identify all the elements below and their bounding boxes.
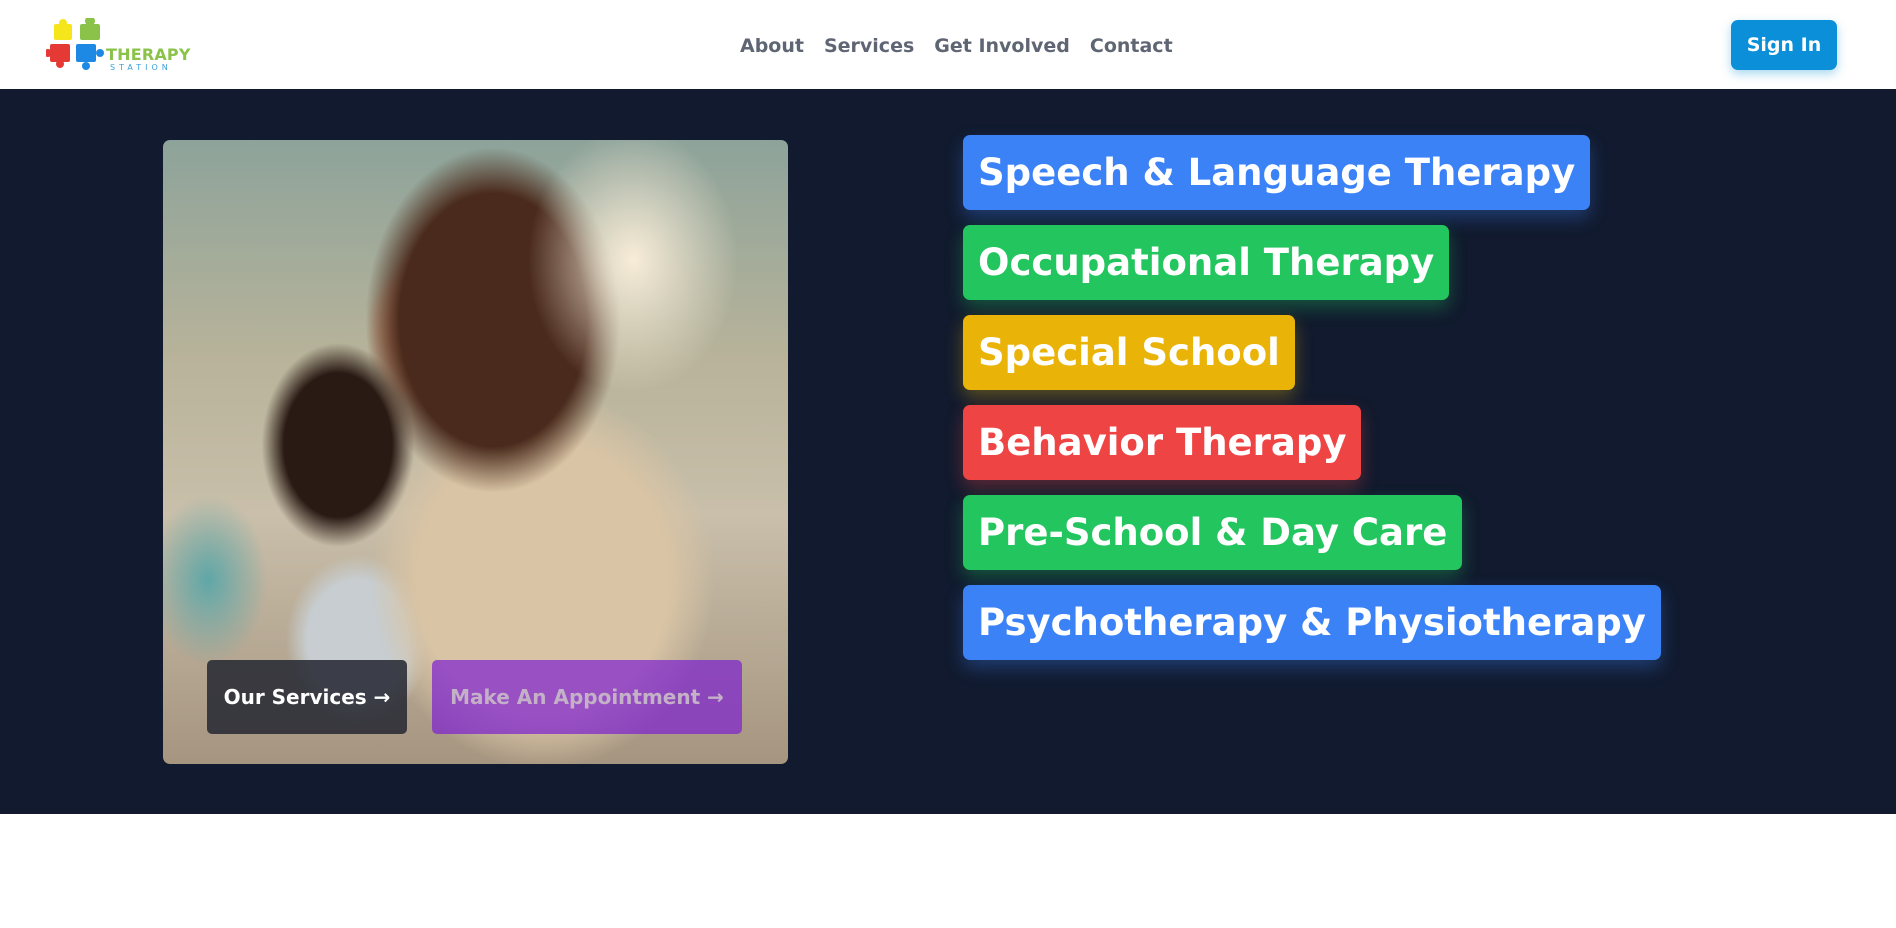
tag-special-school[interactable]: Special School [963, 315, 1295, 390]
nav-about[interactable]: About [740, 35, 804, 57]
tag-psychotherapy-physiotherapy[interactable]: Psychotherapy & Physiotherapy [963, 585, 1661, 660]
nav-get-involved[interactable]: Get Involved [934, 35, 1070, 57]
hero-section: Our Services → Make An Appointment → Spe… [0, 89, 1896, 814]
tag-preschool-daycare[interactable]: Pre-School & Day Care [963, 495, 1463, 570]
our-services-button[interactable]: Our Services → [207, 660, 407, 734]
puzzle-logo-icon [46, 18, 104, 70]
tag-speech-language[interactable]: Speech & Language Therapy [963, 135, 1591, 210]
sign-in-button[interactable]: Sign In [1731, 20, 1837, 70]
logo[interactable]: THERAPY STATION [46, 18, 196, 74]
tag-occupational[interactable]: Occupational Therapy [963, 225, 1450, 300]
main-nav: About Services Get Involved Contact [740, 26, 1173, 66]
nav-services[interactable]: Services [824, 35, 914, 57]
nav-contact[interactable]: Contact [1090, 35, 1173, 57]
logo-name: THERAPY [106, 45, 191, 64]
logo-subtitle: STATION [110, 63, 172, 72]
make-appointment-button[interactable]: Make An Appointment → [432, 660, 742, 734]
tag-behavior[interactable]: Behavior Therapy [963, 405, 1362, 480]
page-content-area [0, 814, 1896, 928]
site-header: THERAPY STATION About Services Get Invol… [0, 0, 1896, 89]
hero-image: Our Services → Make An Appointment → [163, 140, 788, 764]
